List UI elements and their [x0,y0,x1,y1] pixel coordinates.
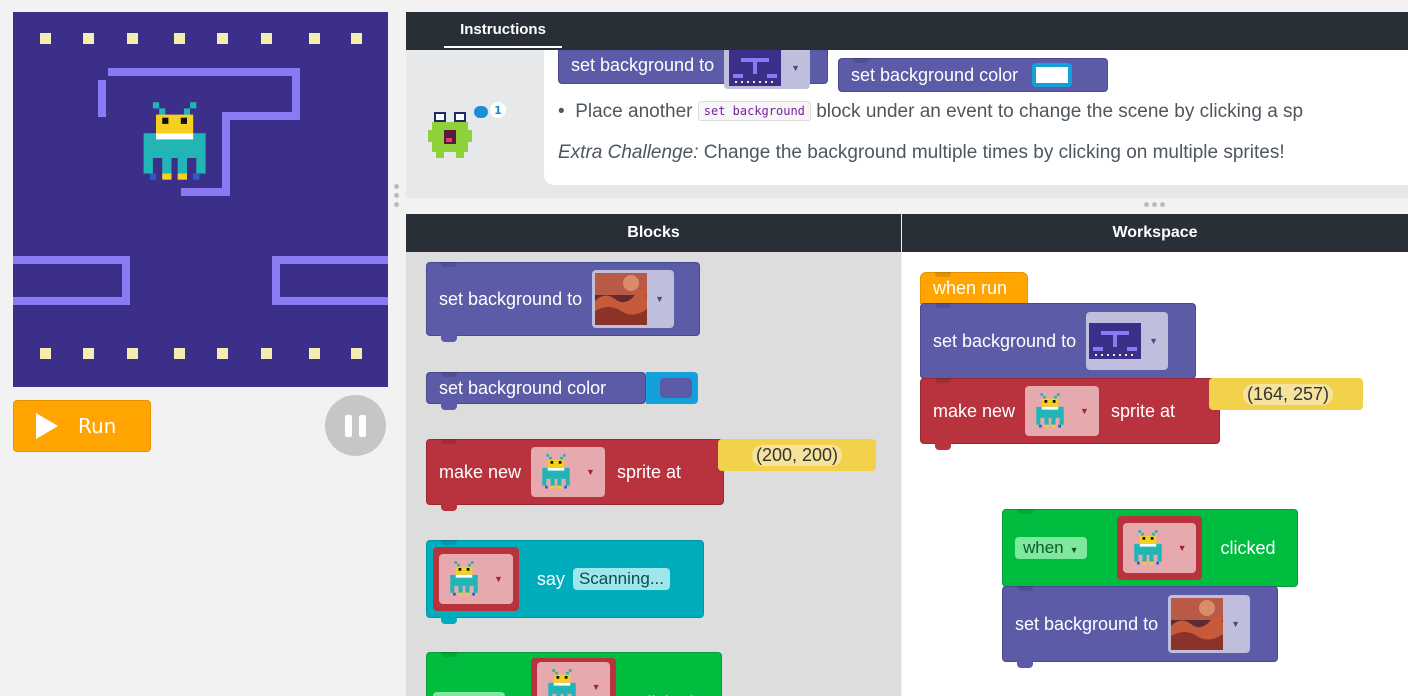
alien-sprite-icon [143,102,206,180]
instr-set-background-color-block: set background color [838,58,1108,92]
sprite-dropdown[interactable]: ▼ [439,554,513,604]
mars-background-thumb [595,273,648,325]
blocks-panel-header: Blocks [406,214,901,252]
event-dropdown[interactable]: when▼ [1015,537,1087,559]
background-dropdown[interactable]: ▼ [1168,595,1251,653]
toolbox-set-background-block[interactable]: set background to ▼ [426,262,700,342]
say-text-input[interactable]: Scanning... [572,568,670,590]
sprite-dropdown[interactable]: ▼ [536,662,611,696]
alien-sprite-icon [1036,393,1064,428]
stage-maze-walls [13,68,388,305]
run-button-label: Run [78,414,117,438]
sprite-dropdown[interactable]: ▼ [531,447,605,497]
workspace-set-background-block[interactable]: set background to ▼ [920,303,1196,379]
instruction-bullet: • Place another set background block und… [558,101,1304,122]
workspace-canvas[interactable]: when run set background to ▼ make new ▼ … [902,252,1408,696]
maze-background-thumb [729,50,782,86]
sprite-dropdown[interactable]: ▼ [1025,386,1099,436]
workspace-coordinate-block[interactable]: (164, 257) [1209,378,1363,410]
helper-character-icon[interactable] [426,100,498,176]
color-picker[interactable] [646,372,698,404]
maze-background-thumb [1089,323,1142,359]
workspace-panel-header: Workspace [902,214,1408,252]
horizontal-resize-handle[interactable] [1144,202,1165,207]
instructions-panel: 1 set background to ▼ set background col… [406,50,1408,198]
vertical-resize-handle[interactable] [394,184,400,211]
alien-sprite-icon [450,561,478,596]
toolbox-coordinate-block[interactable]: (200, 200) [718,439,876,471]
background-dropdown[interactable]: ▼ [592,270,675,328]
workspace-set-background-block-2[interactable]: set background to ▼ [1002,586,1278,668]
alien-sprite-icon [1133,530,1162,565]
alien-sprite-icon [547,669,576,696]
workspace-make-new-sprite-block[interactable]: make new ▼ sprite at [920,378,1220,450]
play-icon [36,413,58,439]
background-dropdown[interactable]: ▼ [1086,312,1169,370]
instructions-bubble: set background to ▼ set background color… [544,50,1408,185]
toolbox-make-new-sprite-block[interactable]: make new ▼ sprite at [426,439,724,511]
run-button[interactable]: Run [13,400,151,452]
toolbox-set-background-color-block[interactable]: set background color [426,372,646,410]
workspace-when-clicked-block[interactable]: when ▼ ▼ clicked [1002,509,1298,587]
sprite-dropdown[interactable]: ▼ [1122,523,1197,573]
toolbox-say-block[interactable]: ▼ say Scanning... [426,540,704,624]
when-run-block[interactable]: when run [920,272,1028,304]
inline-code: set background [697,101,811,121]
notification-badge: 1 [490,102,506,118]
pause-button[interactable] [325,395,386,456]
toolbox-when-clicked-block[interactable]: when▼ ▼ clicked [426,652,722,696]
tab-instructions[interactable]: Instructions [444,12,562,48]
instructions-header: Instructions [406,12,1408,50]
pause-icon [345,414,352,437]
alien-sprite-icon [542,454,570,489]
instr-set-background-block: set background to ▼ [558,50,828,89]
mars-background-thumb [1171,598,1224,650]
blocks-toolbox[interactable]: set background to ▼ set background color… [406,252,901,696]
extra-challenge-text: Extra Challenge: Change the background m… [558,142,1285,163]
game-stage[interactable] [13,12,388,387]
event-dropdown[interactable]: when▼ [433,692,505,696]
